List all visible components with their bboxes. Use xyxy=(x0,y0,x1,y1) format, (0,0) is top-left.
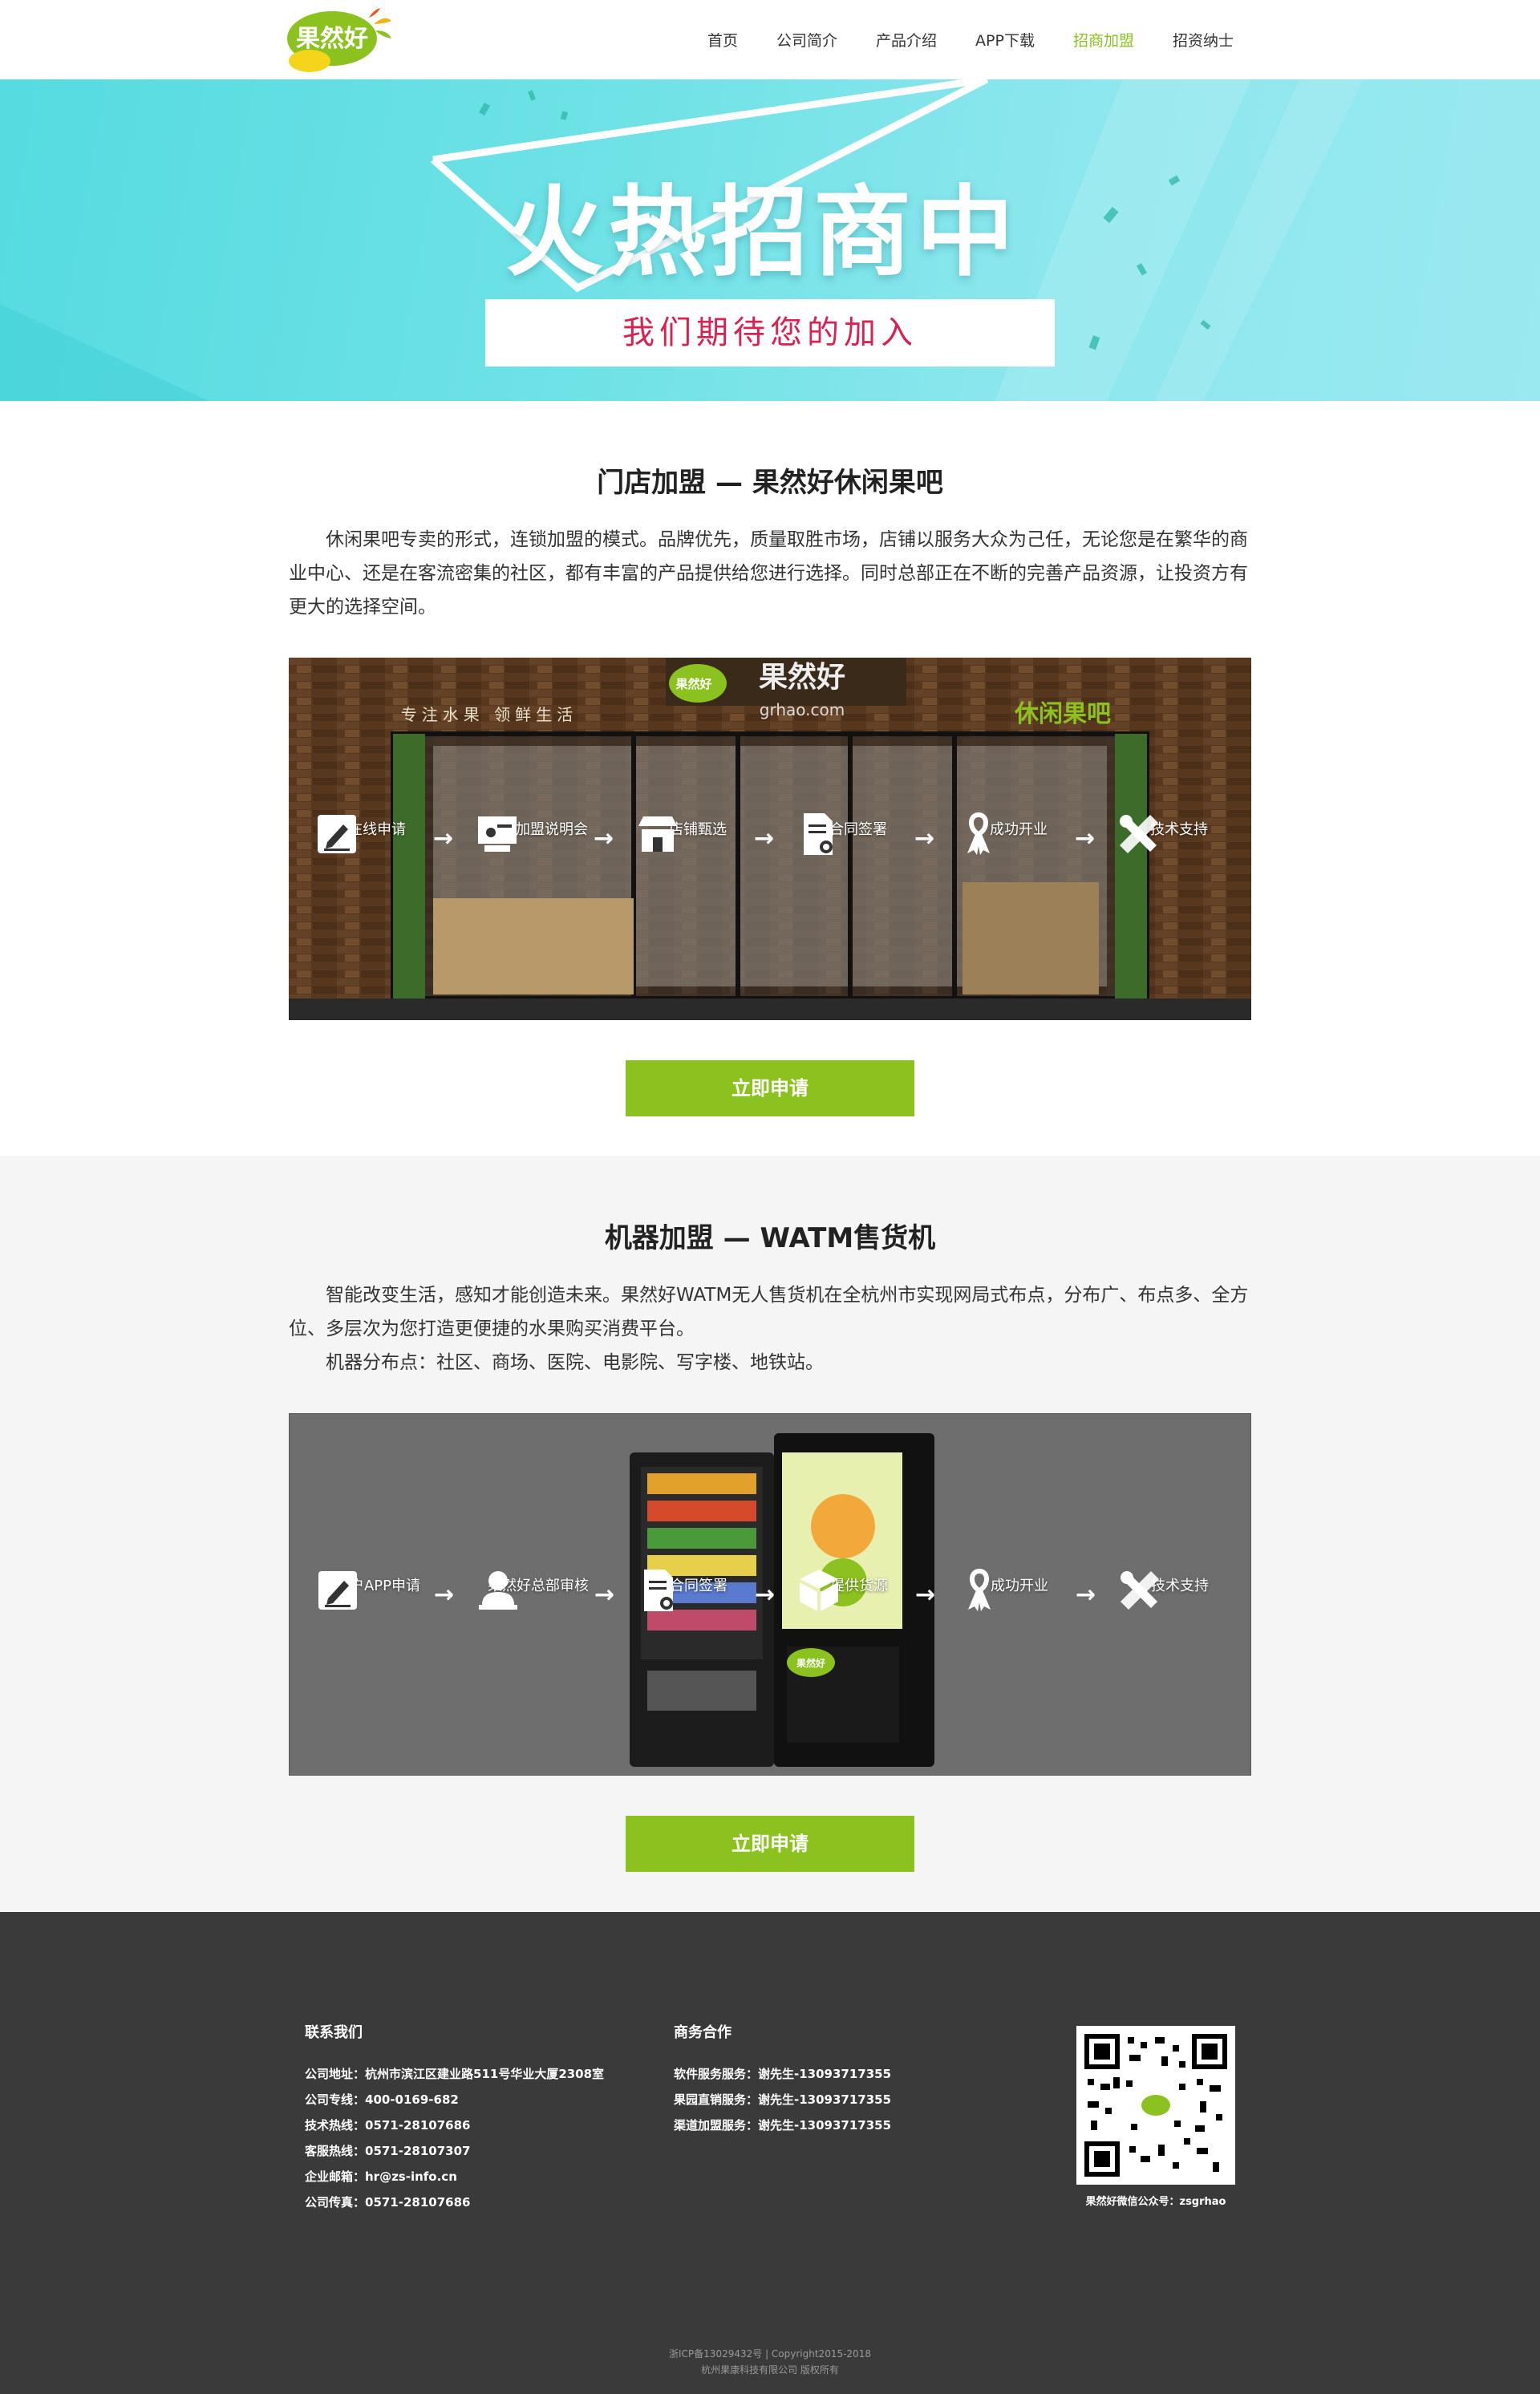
footer-address: 公司地址：杭州市滨江区建业路511号华业大厦2308室 xyxy=(305,2067,605,2081)
svg-text:休闲果吧: 休闲果吧 xyxy=(1014,700,1111,728)
machine-paragraph-1: 智能改变生活，感知才能创造未来。果然好WATM无人售货机在全杭州市实现网局式布点… xyxy=(289,1285,1249,1339)
machine-section-title: 机器加盟 — WATM售货机 xyxy=(604,1222,936,1254)
arrow-right-icon: → xyxy=(914,824,935,853)
footer-software-service: 软件服务服务：谢先生-13093717355 xyxy=(674,2067,892,2081)
step-tech-support: 技术支持 xyxy=(1115,810,1243,853)
main-nav: 首页 公司简介 产品介绍 APP下载 招商加盟 招资纳士 xyxy=(669,0,1234,79)
wechat-qr-code xyxy=(1076,2026,1235,2185)
store-paragraph: 休闲果吧专卖的形式，连锁加盟的模式。品牌优先，质量取胜市场，店铺以服务大众为己任… xyxy=(289,529,1248,618)
banner-subtitle: 我们期待您的加入 xyxy=(485,299,1055,367)
store-steps: 在线申请 → 参加加盟说明会 → 店铺甄选 → 合同签署 → 成功开业 → 技术… xyxy=(289,810,1251,906)
step-briefing: 参加加盟说明会 xyxy=(473,810,602,852)
brand-logo[interactable]: 果然好 xyxy=(286,6,398,74)
banner-title: 火热招商中 xyxy=(505,176,1019,290)
company-rights: 杭州果康科技有限公司 版权所有 xyxy=(701,2364,839,2376)
shop-icon xyxy=(638,816,677,852)
edit-icon xyxy=(318,1571,357,1610)
svg-text:果然好: 果然好 xyxy=(675,677,711,691)
footer-fax: 公司传真：0571-28107686 xyxy=(305,2195,471,2210)
qr-caption: 果然好微信公众号：zsgrhao xyxy=(1085,2196,1226,2208)
step-shop-selection: 店铺甄选 xyxy=(634,810,762,852)
step-online-apply: 在线申请 xyxy=(313,810,441,853)
nav-franchise[interactable]: 招商加盟 xyxy=(1073,29,1134,51)
icp-record: 浙ICP备13029432号 | Copyright2015-2018 xyxy=(669,2348,871,2360)
step-contract: 合同签署 xyxy=(794,810,922,855)
footer-orchard-sales: 果园直销服务：谢先生-13093717355 xyxy=(674,2092,892,2107)
arrow-right-icon: → xyxy=(433,824,454,853)
step-grand-opening: 成功开业 xyxy=(955,1566,1084,1611)
svg-text:专注水果 领鲜生活: 专注水果 领鲜生活 xyxy=(401,705,578,724)
ribbon-icon xyxy=(967,812,990,855)
step-grand-opening: 成功开业 xyxy=(954,810,1083,855)
footer-email[interactable]: 企业邮箱：hr@zs-info.cn xyxy=(305,2164,604,2189)
hero-banner: 火热招商中 我们期待您的加入 xyxy=(0,79,1540,401)
machine-franchise-flow: 果然好 商户APP申请 → 果然好总部审核 → 合同签署 → 提供货源 → 成功… xyxy=(289,1413,1251,1776)
arrow-right-icon: → xyxy=(1076,1581,1096,1609)
footer-service-hotline: 客服热线：0571-28107307 xyxy=(305,2144,471,2158)
machine-paragraph-2: 机器分布点：社区、商场、医院、电影院、写字楼、地铁站。 xyxy=(326,1352,824,1373)
nav-about[interactable]: 公司简介 xyxy=(776,29,837,51)
tools-icon xyxy=(1120,815,1158,853)
nav-app-download[interactable]: APP下载 xyxy=(975,29,1035,51)
footer-hotline: 公司专线：400-0169-682 xyxy=(305,2092,459,2107)
step-app-apply: 商户APP申请 xyxy=(314,1566,442,1610)
svg-text:grhao.com: grhao.com xyxy=(760,700,845,719)
qr-code-image xyxy=(1084,2034,1227,2177)
arrow-right-icon: → xyxy=(594,824,614,853)
arrow-right-icon: → xyxy=(434,1581,455,1609)
store-franchise-flow: 果然好 果然好 grhao.com 专注水果 领鲜生活 休闲果吧 在线申请 → … xyxy=(289,658,1251,1020)
arrow-right-icon: → xyxy=(915,1581,936,1609)
arrow-right-icon: → xyxy=(1075,824,1096,853)
user-icon xyxy=(479,1571,517,1610)
footer-channel-franchise: 渠道加盟服务：谢先生-13093717355 xyxy=(674,2118,892,2133)
tools-icon xyxy=(1121,1571,1159,1610)
footer-contact: 联系我们 公司地址：杭州市滨江区建业路511号华业大厦2308室 公司专线：40… xyxy=(305,2021,604,2215)
machine-steps: 商户APP申请 → 果然好总部审核 → 合同签署 → 提供货源 → 成功开业 →… xyxy=(290,1566,1250,1663)
site-footer: 联系我们 公司地址：杭州市滨江区建业路511号华业大厦2308室 公司专线：40… xyxy=(0,1912,1540,2394)
store-description: 休闲果吧专卖的形式，连锁加盟的模式。品牌优先，质量取胜市场，店铺以服务大众为己任… xyxy=(289,523,1251,624)
copyright: 浙ICP备13029432号 | Copyright2015-2018 杭州果康… xyxy=(0,2346,1540,2378)
nav-careers[interactable]: 招资纳士 xyxy=(1173,29,1234,51)
machine-apply-button[interactable]: 立即申请 xyxy=(626,1816,914,1872)
machine-description: 智能改变生活，感知才能创造未来。果然好WATM无人售货机在全杭州市实现网局式布点… xyxy=(289,1278,1251,1379)
svg-text:果然好: 果然好 xyxy=(759,660,845,694)
store-apply-button[interactable]: 立即申请 xyxy=(626,1060,914,1116)
presentation-icon xyxy=(478,816,517,852)
step-hq-review: 果然好总部审核 xyxy=(474,1566,602,1610)
footer-contact-title: 联系我们 xyxy=(305,2024,363,2041)
nav-products[interactable]: 产品介绍 xyxy=(876,29,937,51)
box-icon xyxy=(800,1570,838,1611)
svg-text:果然好: 果然好 xyxy=(296,25,368,53)
ribbon-icon xyxy=(968,1568,991,1611)
site-header: 果然好 首页 公司简介 产品介绍 APP下载 招商加盟 招资纳士 xyxy=(0,0,1540,79)
arrow-right-icon: → xyxy=(754,824,775,853)
step-tech-support: 技术支持 xyxy=(1116,1566,1244,1610)
contract-icon xyxy=(644,1570,673,1611)
contract-icon xyxy=(804,813,833,855)
step-supply: 提供货源 xyxy=(795,1566,923,1611)
footer-business-title: 商务合作 xyxy=(674,2024,732,2041)
footer-tech-hotline: 技术热线：0571-28107686 xyxy=(305,2118,471,2133)
step-contract: 合同签署 xyxy=(634,1566,763,1611)
arrow-right-icon: → xyxy=(755,1581,776,1609)
store-section-title: 门店加盟 — 果然好休闲果吧 xyxy=(597,467,943,499)
edit-icon xyxy=(318,815,356,853)
nav-home[interactable]: 首页 xyxy=(707,29,738,51)
arrow-right-icon: → xyxy=(594,1581,615,1609)
footer-business: 商务合作 软件服务服务：谢先生-13093717355 果园直销服务：谢先生-1… xyxy=(674,2021,891,2138)
